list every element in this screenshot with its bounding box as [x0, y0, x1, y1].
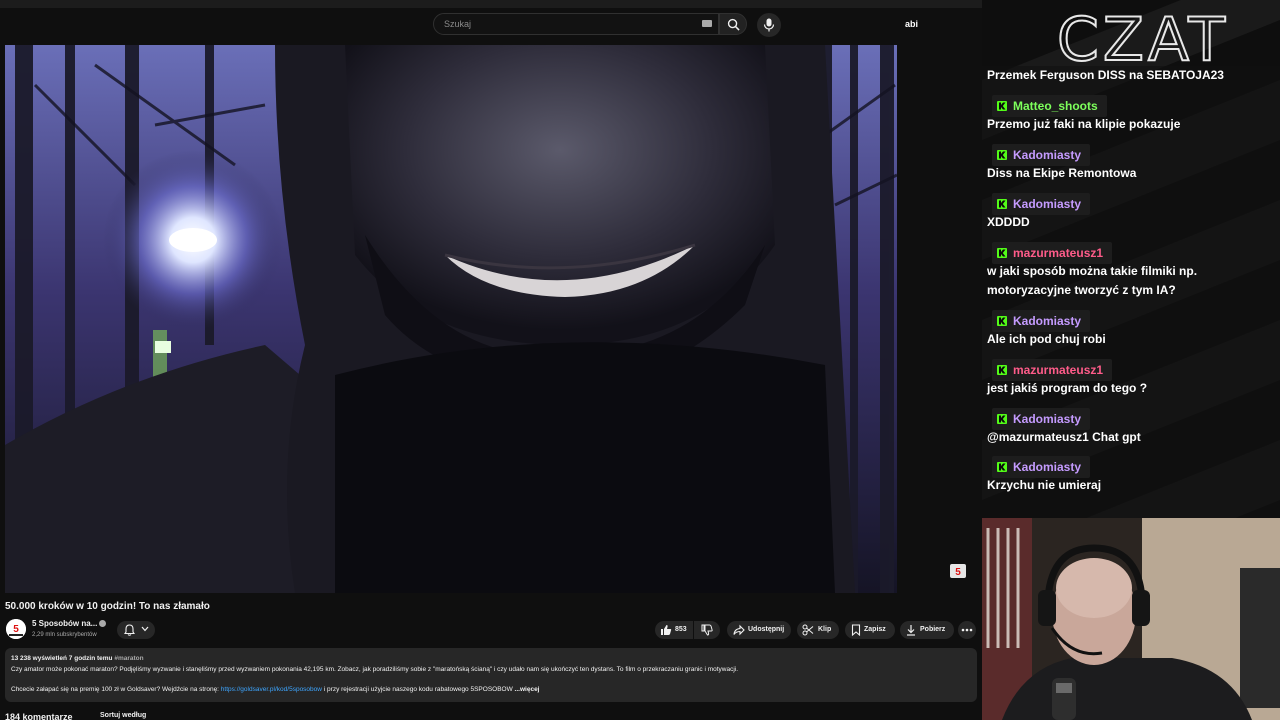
search-icon: [727, 18, 740, 31]
chat-username-badge: Kadomiasty: [992, 193, 1090, 215]
svg-text:5: 5: [955, 567, 961, 578]
chat-username-badge: Kadomiasty: [992, 408, 1090, 430]
chat-username: mazurmateusz1: [1013, 246, 1104, 260]
search-button[interactable]: [719, 13, 747, 35]
svg-text:5: 5: [13, 624, 19, 635]
clip-button[interactable]: Klip: [797, 621, 839, 639]
video-frame: [5, 45, 897, 593]
save-label: Zapisz: [864, 626, 886, 633]
download-icon: [907, 625, 915, 636]
chat-message-text: XDDDD: [987, 215, 1030, 229]
more-actions-button[interactable]: [958, 621, 976, 639]
kick-logo-icon: [997, 316, 1007, 326]
save-button[interactable]: Zapisz: [845, 621, 895, 639]
chat-message-text: w jaki sposób można takie filmiki np.: [987, 264, 1198, 278]
chat-message-text: Diss na Ekipe Remontowa: [987, 166, 1137, 180]
thumbs-up-icon: [661, 625, 672, 635]
share-label: Udostępnij: [748, 626, 785, 633]
like-button[interactable]: 853: [655, 621, 693, 639]
chat-message-text: Ale ich pod chuj robi: [987, 332, 1106, 346]
kick-logo-icon: [997, 462, 1007, 472]
chat-message-text: @mazurmateusz1 Chat gpt: [987, 430, 1141, 444]
video-stats: 13 238 wyświetleń 7 godzin temu #maraton: [11, 655, 144, 662]
more-horizontal-icon: [961, 628, 973, 632]
like-count: 853: [675, 626, 687, 633]
promo-link[interactable]: https://goldsaver.pl/kod/5sposobow: [221, 686, 322, 693]
chat-message-text: Krzychu nie umieraj: [987, 478, 1102, 492]
video-player[interactable]: [5, 45, 897, 593]
chat-message-text: Przemek Ferguson DISS na SEBATOJA23: [987, 68, 1224, 82]
channel-avatar[interactable]: 5: [6, 619, 26, 639]
kick-logo-icon: [997, 199, 1007, 209]
kick-logo-icon: [997, 414, 1007, 424]
kick-logo-icon: [997, 101, 1007, 111]
kick-logo-icon: [997, 150, 1007, 160]
scissors-icon: [802, 624, 814, 636]
download-button[interactable]: Pobierz: [900, 621, 954, 639]
chat-message-text: Przemo już faki na klipie pokazuje: [987, 117, 1181, 131]
thumbs-down-icon: [701, 624, 713, 636]
views-and-date: 13 238 wyświetleń 7 godzin temu: [11, 655, 113, 662]
chat-username-badge: Matteo_shoots: [992, 95, 1107, 117]
chat-username-badge: Kadomiasty: [992, 310, 1090, 332]
search-input[interactable]: [444, 17, 684, 31]
chat-username: Kadomiasty: [1013, 148, 1082, 162]
chat-username-badge: mazurmateusz1: [992, 242, 1112, 264]
kick-logo-icon: [997, 365, 1007, 375]
chat-username: Kadomiasty: [1013, 197, 1082, 211]
download-label: Pobierz: [920, 626, 946, 633]
bell-icon: [124, 624, 135, 636]
chat-username-badge: Kadomiasty: [992, 456, 1090, 478]
description-line: Czy amator może pokonać maraton? Podjęli…: [11, 666, 739, 673]
channel-watermark-icon[interactable]: 5: [948, 562, 968, 580]
chat-username: Matteo_shoots: [1013, 99, 1098, 113]
webcam-feed: [982, 518, 1280, 720]
chat-message-text: motoryzacyjne tworzyć z tym IA?: [987, 283, 1176, 297]
hashtag-link[interactable]: #maraton: [114, 655, 143, 662]
chevron-down-icon: [141, 626, 149, 632]
search-box[interactable]: [433, 13, 719, 35]
share-icon: [733, 624, 745, 636]
microphone-icon: [763, 18, 775, 32]
chat-username: mazurmateusz1: [1013, 363, 1104, 377]
chat-username: Kadomiasty: [1013, 460, 1082, 474]
stream-chat-overlay: CZAT Przemek Ferguson DISS na SEBATOJA23…: [982, 0, 1280, 518]
subscribed-bell-button[interactable]: [117, 621, 155, 639]
webcam-image: [982, 518, 1280, 720]
dislike-button[interactable]: [694, 621, 720, 639]
clip-label: Klip: [818, 626, 832, 633]
video-title: 50.000 kroków w 10 godzin! To nas złamał…: [5, 601, 210, 612]
channel-name[interactable]: 5 Sposobów na...: [32, 619, 97, 628]
channel-logo-icon: 5: [6, 619, 26, 639]
chat-message-text: jest jakiś program do tego ?: [987, 381, 1148, 395]
show-more-link[interactable]: ...więcej: [513, 686, 540, 693]
sort-comments-button[interactable]: Sortuj według: [100, 712, 146, 719]
promo-code-text: i przy rejestracji użyjcie naszego kodu …: [321, 686, 513, 693]
subscriber-count: 2,29 mln subskrybentów: [32, 632, 97, 638]
keyboard-icon[interactable]: [702, 20, 712, 27]
bookmark-icon: [851, 624, 861, 636]
description-promo-line: Chcecie załapać się na premię 100 zł w G…: [11, 686, 540, 693]
youtube-page: abi: [0, 0, 982, 720]
kick-logo-icon: [997, 248, 1007, 258]
chat-username-badge: Kadomiasty: [992, 144, 1090, 166]
promo-text: Chcecie załapać się na premię 100 zł w G…: [11, 686, 221, 693]
description-box[interactable]: 13 238 wyświetleń 7 godzin temu #maraton…: [5, 648, 977, 702]
account-name[interactable]: abi: [905, 19, 918, 29]
chat-username: Kadomiasty: [1013, 314, 1082, 328]
chat-username-badge: mazurmateusz1: [992, 359, 1112, 381]
verified-icon: [99, 620, 106, 627]
comments-count: 184 komentarze: [5, 712, 73, 720]
share-button[interactable]: Udostępnij: [727, 621, 791, 639]
chat-username: Kadomiasty: [1013, 412, 1082, 426]
voice-search-button[interactable]: [757, 13, 781, 37]
chat-messages: Przemek Ferguson DISS na SEBATOJA23 Matte…: [982, 0, 1280, 518]
browser-strip: [0, 0, 982, 8]
